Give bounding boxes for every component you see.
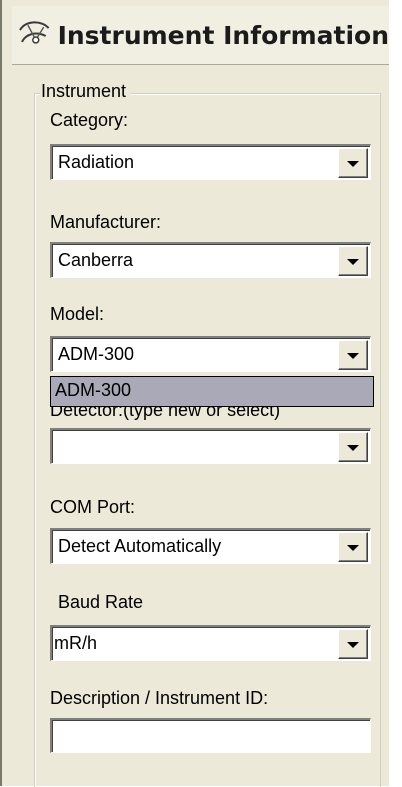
baud-rate-select[interactable]: mR/h: [50, 625, 371, 661]
model-option-adm-300[interactable]: ADM-300: [51, 377, 373, 406]
model-select[interactable]: ADM-300: [50, 336, 371, 372]
com-port-select[interactable]: Detect Automatically: [50, 528, 371, 564]
detector-dropdown-button[interactable]: [338, 432, 368, 462]
instrument-panel: Instrument Information Instrument Catego…: [0, 0, 389, 787]
category-value: Radiation: [58, 152, 135, 172]
com-port-value: Detect Automatically: [58, 536, 222, 556]
chevron-down-icon: [347, 545, 359, 551]
model-dropdown-list: ADM-300: [50, 376, 374, 407]
chevron-down-icon: [347, 445, 359, 451]
groupbox-legend: Instrument: [40, 81, 132, 102]
chevron-down-icon: [347, 259, 359, 265]
baud-rate-label: Baud Rate: [58, 592, 144, 612]
category-dropdown-button[interactable]: [338, 148, 368, 178]
category-select[interactable]: Radiation: [50, 144, 371, 180]
description-label: Description / Instrument ID:: [50, 688, 269, 708]
description-input[interactable]: [50, 718, 371, 753]
baud-rate-value: mR/h: [54, 633, 98, 653]
category-label: Category:: [50, 110, 129, 130]
com-port-dropdown-button[interactable]: [338, 532, 368, 562]
com-port-label: COM Port:: [50, 497, 136, 517]
manufacturer-label: Manufacturer:: [50, 212, 162, 232]
instrument-icon: [19, 21, 50, 44]
manufacturer-value: Canberra: [58, 250, 134, 270]
model-label: Model:: [50, 304, 105, 324]
baud-rate-dropdown-button[interactable]: [338, 629, 368, 659]
manufacturer-dropdown-button[interactable]: [338, 246, 368, 276]
detector-combobox[interactable]: [50, 428, 371, 464]
model-value: ADM-300: [58, 344, 135, 364]
chevron-down-icon: [347, 353, 359, 359]
chevron-down-icon: [347, 642, 359, 648]
panel-title: Instrument Information: [57, 20, 389, 50]
manufacturer-select[interactable]: Canberra: [50, 242, 371, 278]
chevron-down-icon: [347, 161, 359, 167]
model-dropdown-button[interactable]: [338, 340, 368, 370]
panel-header: Instrument Information: [12, 6, 389, 65]
